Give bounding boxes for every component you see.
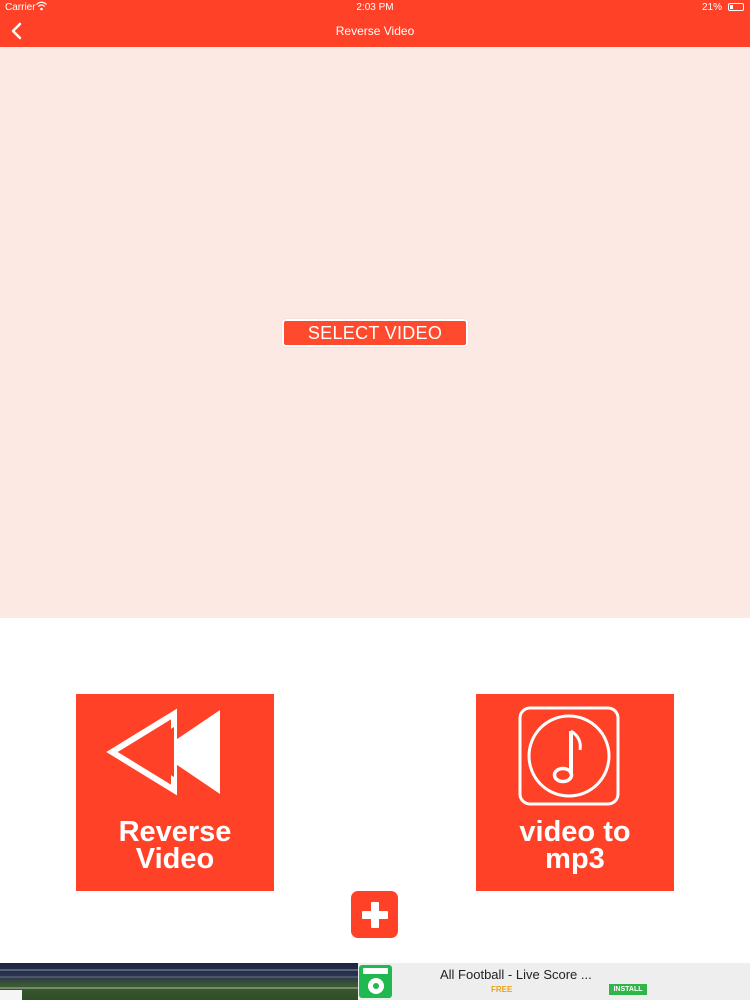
app-icon: [359, 965, 392, 998]
clock: 2:03 PM: [356, 2, 394, 13]
ad-price: FREE: [491, 985, 513, 994]
video-to-mp3-button[interactable]: video to mp3: [476, 694, 674, 891]
ad-banner[interactable]: All Football - Live Score ... FREE INSTA…: [0, 963, 750, 1000]
video-to-mp3-text: video to mp3: [519, 816, 631, 875]
add-button[interactable]: [351, 891, 398, 938]
ad-title: All Football - Live Score ...: [440, 967, 592, 982]
status-bar: Carrier 2:03 PM 21%: [0, 0, 750, 15]
ad-choices-icon[interactable]: [0, 990, 22, 1000]
page-title: Reverse Video: [335, 24, 415, 38]
reverse-video-button[interactable]: Reverse Video: [76, 694, 274, 891]
plus-icon: [361, 901, 388, 928]
select-video-button[interactable]: SELECT VIDEO: [282, 319, 468, 347]
reverse-video-label: Reverse Video: [76, 816, 274, 875]
navigation-bar: Reverse Video: [0, 15, 750, 47]
reverse-video-text: Reverse Video: [118, 816, 232, 875]
battery-percentage: 21%: [701, 2, 722, 13]
install-button[interactable]: INSTALL: [609, 984, 647, 995]
rewind-icon: [76, 694, 274, 814]
ad-image: [0, 963, 358, 1000]
battery-icon: [728, 3, 744, 11]
video-to-mp3-label: video to mp3: [476, 816, 674, 875]
music-note-icon: [476, 694, 674, 814]
